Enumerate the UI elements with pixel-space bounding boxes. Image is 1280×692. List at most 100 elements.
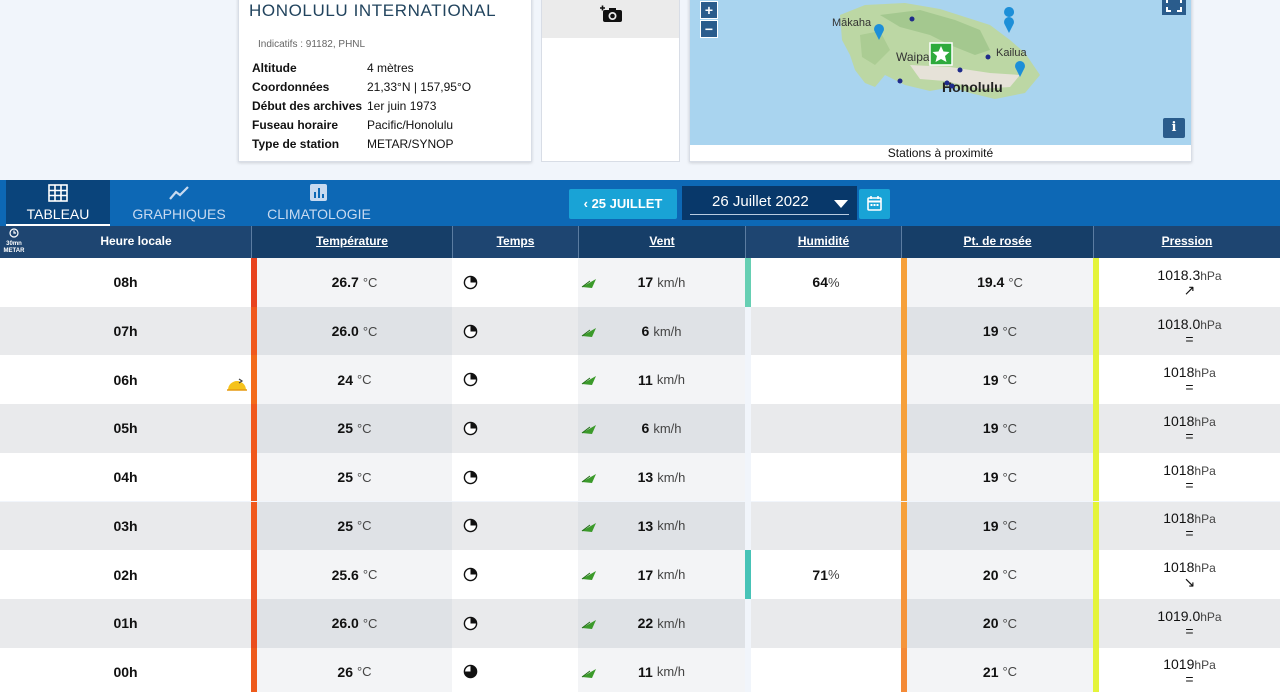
info-value: METAR/SYNOP: [367, 137, 454, 151]
pressure-unit: hPa: [1200, 317, 1222, 332]
wind-sw-arrow-icon: [581, 279, 596, 288]
pressure-trend-icon: ↘: [1183, 574, 1196, 591]
cell-weather-filler: [488, 647, 578, 692]
pressure-trend-icon: =: [1185, 379, 1194, 396]
chevron-left-icon: ‹: [583, 196, 592, 211]
cell-dewpoint: 19 °C: [907, 355, 1093, 405]
dewpoint-value: 19: [982, 371, 999, 388]
line-chart-icon: [169, 186, 189, 200]
pressure-value: 1018: [1163, 510, 1195, 527]
cell-humidity: [751, 452, 901, 502]
temperature-value: 24: [337, 371, 353, 388]
cell-weather: [452, 306, 488, 356]
cell-humidity: [751, 501, 901, 551]
wind-n-arrow-icon: [581, 327, 596, 337]
header-temps[interactable]: Temps: [452, 226, 578, 258]
wind-sw-arrow-icon: [581, 619, 596, 629]
dewpoint-unit: °C: [1002, 420, 1018, 436]
table-row: 00h 26 °C 11 km/h 21 °C 1019hPa =: [0, 647, 1280, 692]
header-vent[interactable]: Vent: [578, 226, 745, 258]
temperature-value: 25: [337, 420, 353, 437]
cell-pressure: 1019hPa =: [1099, 647, 1280, 692]
cell-hour: 02h: [0, 550, 251, 599]
bar-chart-icon: [310, 184, 327, 201]
cell-wind: 11 km/h: [578, 355, 745, 405]
info-value: Pacific/Honolulu: [367, 118, 454, 132]
temperature-value: 25.6: [331, 566, 359, 583]
dewpoint-value: 21: [982, 663, 999, 680]
cloud-cover-icon: [463, 372, 477, 387]
cell-hour: 04h: [0, 452, 251, 502]
wind-value: 6: [641, 420, 650, 437]
cell-dewpoint: 19 °C: [907, 306, 1093, 356]
cell-wind: 22 km/h: [578, 598, 745, 648]
info-label: Type de station: [252, 137, 340, 151]
calendar-button[interactable]: [859, 189, 890, 219]
dewpoint-unit: °C: [1002, 372, 1018, 388]
wind-value: 13: [637, 469, 654, 486]
pressure-value: 1018: [1163, 364, 1195, 381]
cell-wind: 13 km/h: [578, 501, 745, 551]
wind-value: 6: [641, 323, 650, 340]
clock-icon: [9, 228, 19, 238]
wind-unit: km/h: [656, 664, 685, 680]
cell-hour: 05h: [0, 404, 251, 453]
cloud-cover-icon: [463, 519, 477, 533]
cell-hour: 03h: [0, 501, 251, 551]
cell-weather: [452, 647, 488, 692]
temperature-value: 25: [337, 469, 353, 486]
temperature-value: 26.0: [331, 615, 359, 632]
station-name: HONOLULU INTERNATIONAL: [249, 1, 497, 20]
cloud-cover-icon: [463, 275, 477, 290]
hour-value: 00h: [113, 663, 138, 680]
hour-value: 05h: [113, 420, 138, 437]
date-select[interactable]: 26 Juillet 2022: [682, 186, 857, 220]
station-star-marker-icon: [929, 42, 953, 66]
map[interactable]: + − Mākaha Waipa Kailua Honolulu i: [690, 0, 1191, 145]
pressure-value: 1019: [1163, 656, 1195, 673]
add-photo-icon[interactable]: [600, 5, 624, 23]
cell-dewpoint: 20 °C: [907, 550, 1093, 599]
cell-temperature: 26.0 °C: [257, 306, 452, 356]
header-humidite[interactable]: Humidité: [745, 226, 901, 258]
hour-value: 06h: [113, 371, 138, 388]
pressure-value: 1018: [1163, 461, 1195, 478]
header-pression[interactable]: Pression: [1093, 226, 1280, 258]
tab-graphiques[interactable]: GRAPHIQUES: [126, 180, 232, 226]
header-point-de-rosee[interactable]: Pt. de rosée: [901, 226, 1093, 258]
pressure-unit: hPa: [1194, 463, 1216, 478]
temperature-value: 25: [337, 517, 353, 534]
cell-humidity: [751, 306, 901, 356]
pressure-value: 1018: [1163, 559, 1195, 576]
wind-s-arrow-icon: [581, 668, 596, 678]
tab-climatologie[interactable]: CLIMATOLOGIE: [262, 180, 376, 226]
map-pin-icon: [874, 7, 1025, 77]
pressure-trend-icon: =: [1185, 525, 1194, 542]
table-row: 03h 25 °C 13 km/h 19 °C 1018hPa =: [0, 501, 1280, 551]
pressure-unit: hPa: [1194, 658, 1216, 673]
add-photo-area[interactable]: [542, 0, 679, 38]
info-row-timezone: Fuseau horaire Pacific/Honolulu: [252, 118, 471, 137]
station-info-table: Altitude 4 mètres Coordonnées 21,33°N | …: [252, 61, 471, 156]
station-codes: Indicatifs : 91182, PHNL: [258, 39, 366, 50]
pressure-value: 1018: [1163, 412, 1195, 429]
cell-wind: 6 km/h: [578, 306, 745, 356]
tab-tableau[interactable]: TABLEAU: [6, 180, 110, 226]
cell-pressure: 1018hPa ↘: [1099, 550, 1280, 599]
nearby-stations-caption[interactable]: Stations à proximité: [690, 146, 1191, 160]
cell-dewpoint: 19 °C: [907, 452, 1093, 502]
cell-weather: [452, 598, 488, 648]
cell-pressure: 1018hPa =: [1099, 501, 1280, 551]
cell-weather-filler: [488, 306, 578, 356]
sunrise-icon: [227, 378, 247, 392]
table-row: 02h 25.6 °C 17 km/h 71% 20 °C 1018hPa ↘: [0, 550, 1280, 599]
cell-weather-filler: [488, 258, 578, 307]
cell-humidity: 64%: [751, 258, 901, 307]
cell-dewpoint: 21 °C: [907, 647, 1093, 692]
cell-weather-filler: [488, 452, 578, 502]
info-label: Altitude: [252, 61, 297, 75]
map-info-button[interactable]: i: [1163, 118, 1185, 138]
previous-day-button[interactable]: ‹ 25 JUILLET: [569, 189, 677, 219]
tab-label: GRAPHIQUES: [132, 206, 226, 222]
header-temperature[interactable]: Température: [251, 226, 452, 258]
